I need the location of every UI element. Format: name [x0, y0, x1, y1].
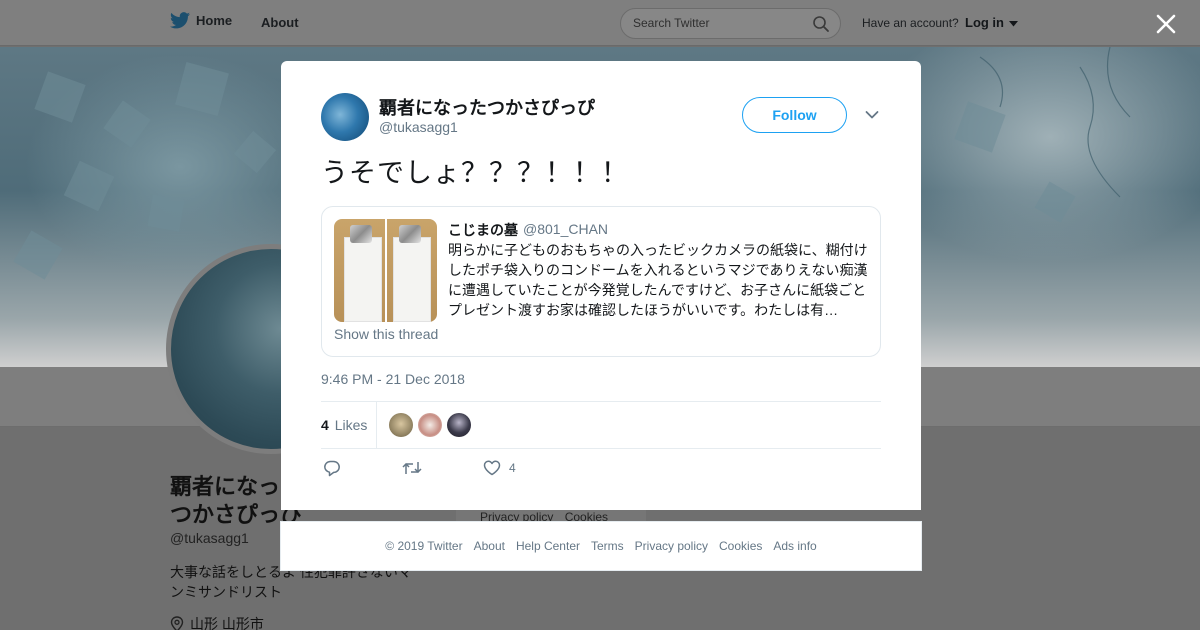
footer-link-help-center[interactable]: Help Center [516, 539, 580, 553]
have-account-text: Have an account? [862, 16, 959, 30]
image-right-half [386, 219, 437, 322]
retweet-icon [402, 462, 422, 474]
location-pin-icon [170, 616, 184, 630]
profile-handle: @tukasagg1 [170, 530, 249, 546]
like-button[interactable]: 4 [483, 460, 516, 476]
tweet-timestamp[interactable]: 9:46 PM - 21 Dec 2018 [321, 371, 465, 387]
footer-link-terms[interactable]: Terms [591, 539, 624, 553]
liker-avatar[interactable] [418, 413, 442, 437]
close-icon[interactable] [1153, 11, 1179, 37]
reply-button[interactable] [323, 460, 341, 477]
footer-copyright: © 2019 Twitter [385, 539, 463, 553]
retweet-button[interactable] [402, 460, 422, 476]
image-left-half [334, 219, 385, 322]
quoted-author-handle: @801_CHAN [523, 221, 609, 237]
quoted-tweet-text: 明らかに子どものおもちゃの入ったビックカメラの紙袋に、糊付けしたポチ袋入りのコン… [448, 242, 868, 318]
profile-location: 山形 山形市 [170, 614, 264, 630]
tweet-modal: 覇者になったつかさぴっぴ @tukasagg1 Follow うそでしょ？？？！… [281, 61, 921, 510]
likes-stat[interactable]: 4 Likes [321, 417, 367, 433]
modal-footer: © 2019 Twitter About Help Center Terms P… [280, 521, 922, 571]
login-link[interactable]: Log in [965, 15, 1018, 30]
caret-down-icon [1008, 20, 1018, 27]
liker-avatar[interactable] [447, 413, 471, 437]
likes-count: 4 [321, 417, 329, 433]
chevron-down-icon[interactable] [865, 110, 879, 120]
login-label: Log in [965, 15, 1004, 30]
show-thread-link[interactable]: Show this thread [334, 326, 438, 342]
twitter-bird-icon [170, 12, 190, 29]
nav-home-label: Home [196, 13, 233, 28]
tweet-text: うそでしょ？？？！！！ [321, 158, 629, 188]
profile-location-text: 山形 山形市 [190, 616, 264, 630]
liker-avatar[interactable] [389, 413, 413, 437]
divider [321, 448, 881, 449]
search-icon[interactable] [812, 15, 830, 33]
quoted-tweet-image[interactable] [334, 219, 437, 322]
top-navigation-bar: Home About Search Twitter Have an accoun… [0, 0, 1200, 46]
author-handle[interactable]: @tukasagg1 [379, 119, 458, 135]
heart-icon [483, 460, 501, 476]
divider [321, 401, 881, 402]
search-input[interactable]: Search Twitter [633, 16, 709, 30]
nav-home[interactable]: Home [170, 12, 232, 29]
footer-link-privacy[interactable]: Privacy policy [635, 539, 708, 553]
follow-button[interactable]: Follow [742, 97, 847, 133]
reply-icon [324, 460, 340, 477]
nav-about[interactable]: About [261, 15, 299, 30]
quoted-author-name: こじまの墓 [448, 222, 518, 238]
likes-separator [376, 402, 377, 449]
likes-label: Likes [334, 417, 368, 433]
footer-link-ads-info[interactable]: Ads info [773, 539, 816, 553]
footer-link-about[interactable]: About [474, 539, 505, 553]
quoted-tweet[interactable]: こじまの墓 @801_CHAN 明らかに子どものおもちゃの入ったビックカメラの紙… [321, 206, 881, 357]
author-name[interactable]: 覇者になったつかさぴっぴ [379, 94, 595, 120]
like-count: 4 [509, 461, 516, 475]
search-box[interactable]: Search Twitter [620, 8, 841, 39]
author-avatar[interactable] [321, 93, 369, 141]
footer-link-cookies[interactable]: Cookies [719, 539, 762, 553]
